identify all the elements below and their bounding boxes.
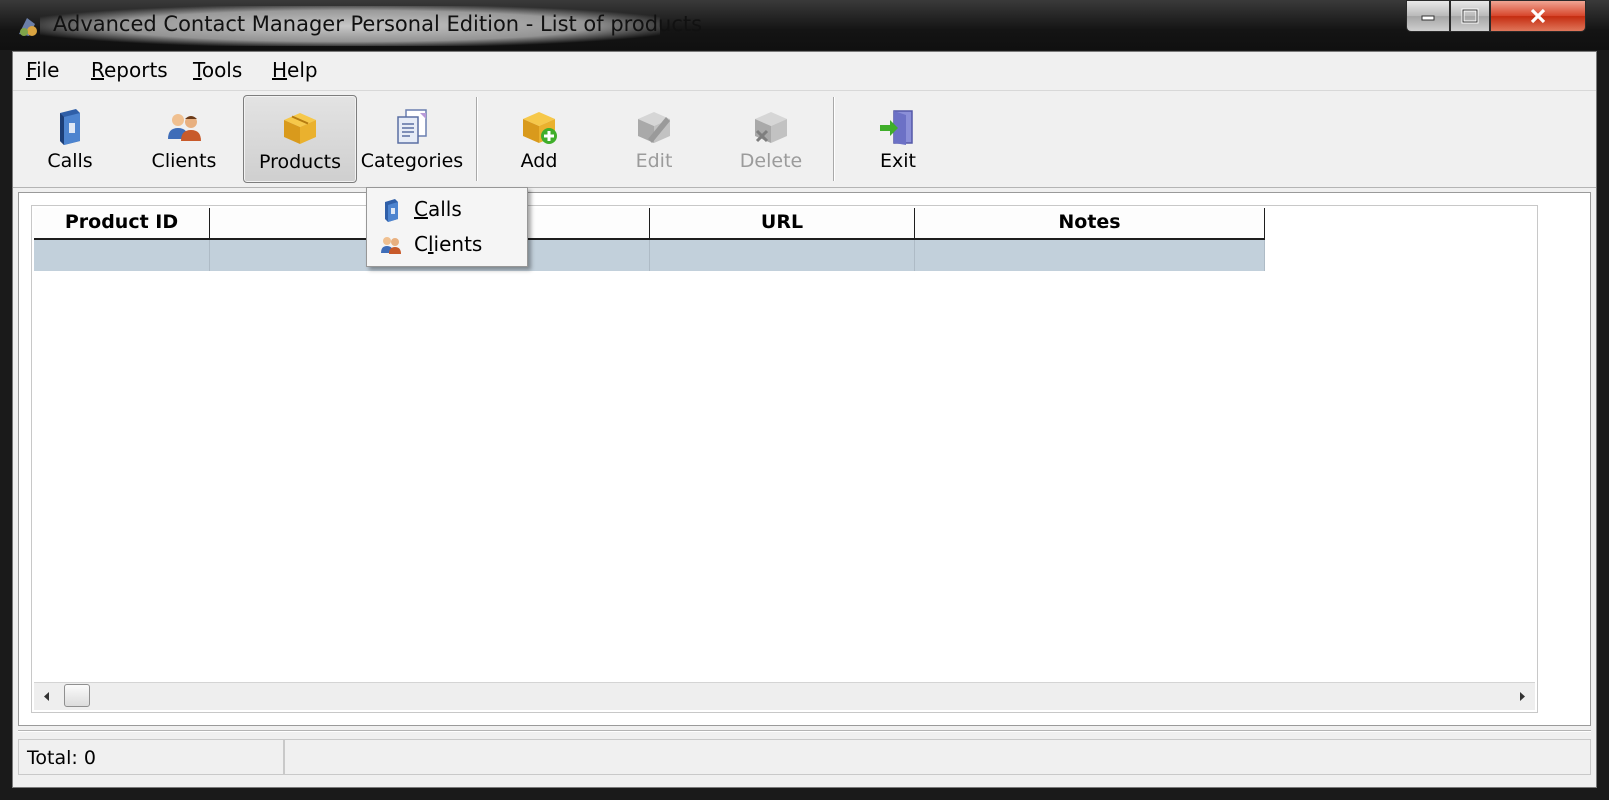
table-cell[interactable]: [34, 240, 210, 271]
restore-icon: [1461, 8, 1479, 24]
exit-button[interactable]: Exit: [841, 95, 955, 183]
scroll-right-arrow-icon[interactable]: [1509, 683, 1535, 710]
toolbar-separator: [476, 97, 478, 181]
menu-tools[interactable]: Tools: [193, 58, 242, 82]
table-cell[interactable]: [650, 240, 915, 271]
product-box-icon: [284, 113, 316, 144]
toolbar: Calls Clients Products Categories Add Ed…: [13, 90, 1596, 188]
products-grid-frame: Product ID URL Notes: [18, 192, 1591, 726]
products-label: Products: [258, 151, 342, 173]
app-logo-icon: [19, 18, 37, 36]
horizontal-scrollbar[interactable]: [34, 682, 1535, 710]
products-grid[interactable]: Product ID URL Notes: [31, 205, 1538, 713]
add-label: Add: [520, 150, 558, 172]
client-area: File Reports Tools Help Calls Clients Pr…: [12, 51, 1597, 788]
categories-documents-icon: [397, 109, 427, 144]
menu-file[interactable]: File: [26, 58, 59, 82]
delete-label: Delete: [739, 150, 803, 172]
exit-door-icon: [880, 110, 913, 145]
title-bar[interactable]: Advanced Contact Manager Personal Editio…: [0, 0, 1609, 50]
window-title: Advanced Contact Manager Personal Editio…: [53, 12, 703, 36]
status-panel-empty: [284, 739, 1591, 775]
dropdown-label-clients: Clients: [414, 232, 483, 256]
status-panel-total: Total: 0: [18, 739, 284, 775]
calls-binder-icon: [60, 109, 80, 145]
dropdown-label-calls: Calls: [414, 197, 462, 221]
calls-label: Calls: [47, 150, 93, 172]
clients-label: Clients: [151, 150, 217, 172]
add-product-icon: [523, 112, 557, 144]
delete-product-icon: [755, 112, 787, 143]
delete-button[interactable]: Delete: [714, 95, 828, 183]
status-divider: [18, 730, 1591, 732]
column-header-product-id[interactable]: Product ID: [34, 208, 210, 238]
menu-help[interactable]: Help: [272, 58, 318, 82]
categories-label: Categories: [360, 150, 464, 172]
grid-header: Product ID URL Notes: [34, 208, 1265, 240]
exit-label: Exit: [880, 150, 916, 172]
app-window: Advanced Contact Manager Personal Editio…: [0, 0, 1609, 800]
status-bar: Total: 0: [18, 730, 1591, 784]
edit-product-icon: [638, 112, 670, 143]
maximize-button[interactable]: [1450, 0, 1490, 32]
clients-people-icon: [381, 237, 401, 254]
column-header-url[interactable]: URL: [650, 208, 915, 238]
minimize-button[interactable]: [1406, 0, 1450, 32]
minimize-icon: [1421, 15, 1435, 21]
window-controls: [1406, 0, 1588, 36]
edit-button[interactable]: Edit: [597, 95, 711, 183]
clients-people-icon: [168, 114, 201, 141]
scrollbar-thumb[interactable]: [64, 684, 90, 707]
dropdown-item-calls[interactable]: Calls: [367, 193, 527, 225]
table-cell[interactable]: [915, 240, 1265, 271]
close-icon: [1530, 8, 1546, 24]
dropdown-item-clients[interactable]: Clients: [367, 228, 527, 260]
categories-dropdown-menu: Calls Clients: [366, 187, 528, 267]
menu-bar: File Reports Tools Help: [13, 52, 1596, 89]
products-button[interactable]: Products: [243, 95, 357, 183]
calls-binder-icon: [385, 199, 398, 222]
table-row[interactable]: [34, 240, 1265, 271]
categories-button[interactable]: Categories: [355, 95, 469, 183]
scroll-left-arrow-icon[interactable]: [34, 683, 60, 710]
toolbar-separator: [833, 97, 835, 181]
total-count: Total: 0: [27, 747, 96, 769]
column-header-notes[interactable]: Notes: [915, 208, 1265, 238]
edit-label: Edit: [635, 150, 673, 172]
menu-reports[interactable]: Reports: [91, 58, 168, 82]
clients-button[interactable]: Clients: [127, 95, 241, 183]
add-button[interactable]: Add: [482, 95, 596, 183]
close-button[interactable]: [1490, 0, 1586, 32]
calls-button[interactable]: Calls: [13, 95, 127, 183]
